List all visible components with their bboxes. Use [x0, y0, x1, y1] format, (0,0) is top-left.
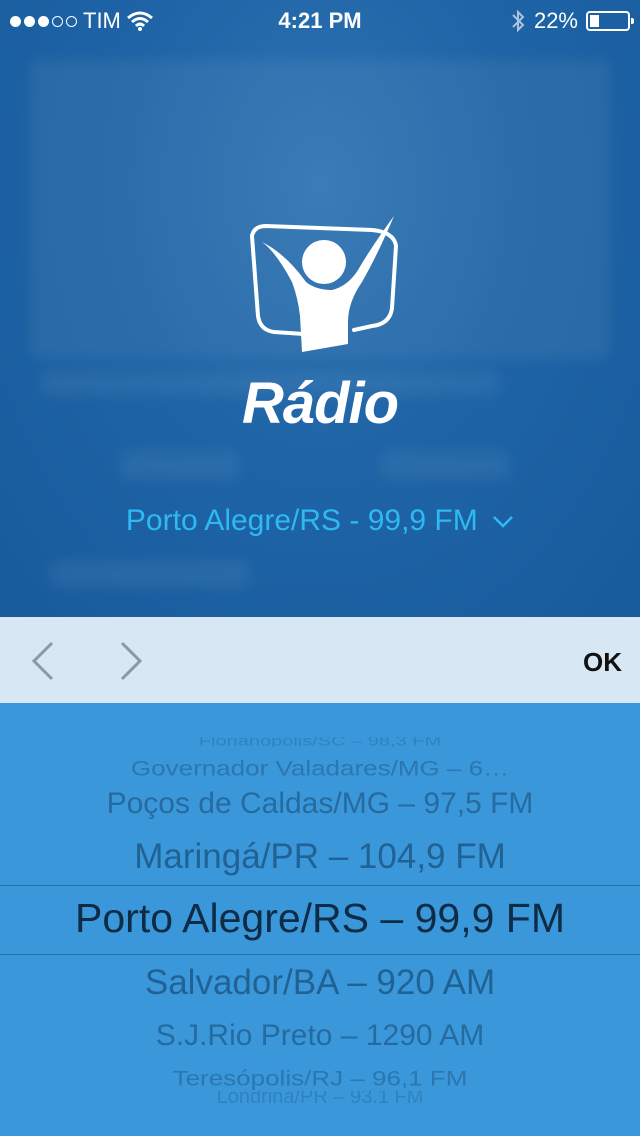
- picker-option-selected[interactable]: Porto Alegre/RS – 99,9 FM: [0, 895, 640, 942]
- picker-option[interactable]: Florianópolis/SC – 98,3 FM: [0, 737, 640, 747]
- status-right: 22%: [510, 8, 634, 34]
- ok-button[interactable]: OK: [583, 647, 622, 678]
- chevron-left-icon[interactable]: [28, 639, 58, 683]
- battery-percent: 22%: [533, 8, 578, 33]
- picker-option[interactable]: Londrina/PR – 93,1 FM: [0, 1091, 640, 1103]
- picker-option[interactable]: S.J.Rio Preto – 1290 AM: [0, 1019, 640, 1053]
- picker-option[interactable]: Teresópolis/RJ – 96,1 FM: [0, 1066, 640, 1091]
- picker-option[interactable]: Governador Valadares/MG – 6…: [0, 756, 640, 781]
- page-title: Rádio: [241, 371, 399, 436]
- status-bar: TIM 4:21 PM 22%: [0, 0, 640, 40]
- chevron-down-icon: [493, 516, 513, 528]
- picker-option[interactable]: Salvador/BA – 920 AM: [0, 963, 640, 1003]
- picker-toolbar: OK: [0, 617, 640, 703]
- battery-icon: [586, 11, 634, 31]
- chevron-right-icon[interactable]: [116, 639, 146, 683]
- station-selector-label: Porto Alegre/RS - 99,9 FM: [125, 504, 478, 537]
- bluetooth-icon: [512, 9, 525, 33]
- picker-option[interactable]: Poços de Caldas/MG – 97,5 FM: [0, 787, 640, 821]
- person-raised-arms-logo-icon: [250, 216, 399, 352]
- station-picker[interactable]: Florianópolis/SC – 98,3 FM Governador Va…: [0, 703, 640, 1136]
- picker-option[interactable]: Maringá/PR – 104,9 FM: [0, 837, 640, 877]
- station-selector[interactable]: Porto Alegre/RS - 99,9 FM: [0, 504, 640, 538]
